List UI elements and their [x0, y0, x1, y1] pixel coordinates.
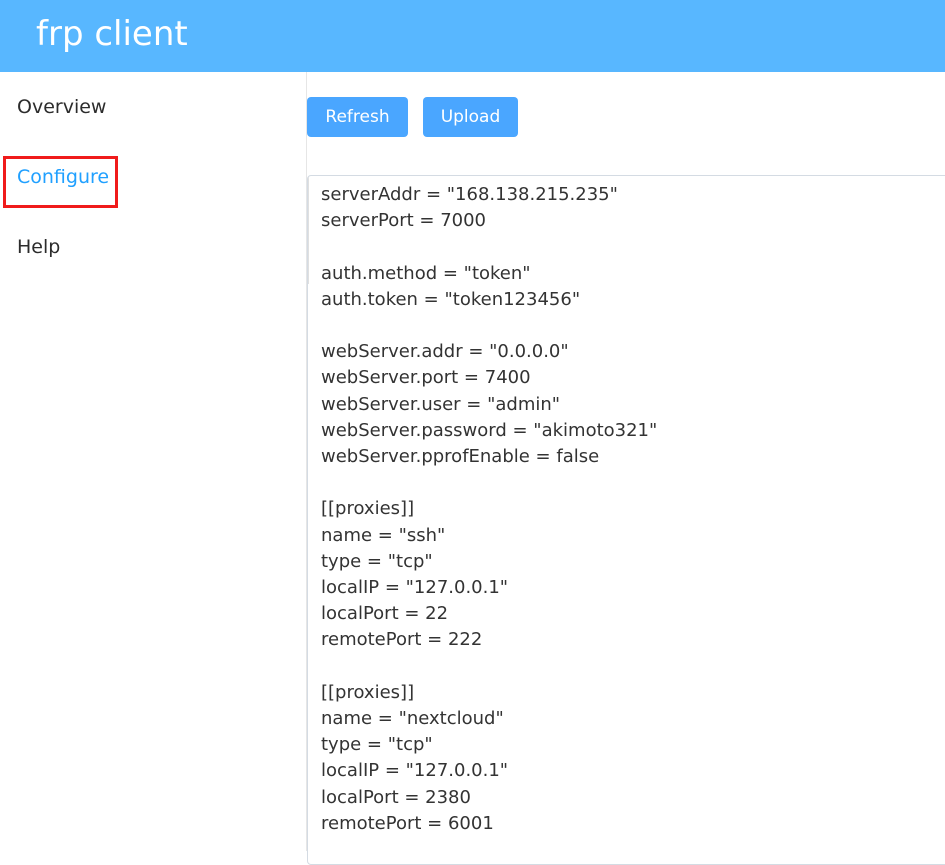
sidebar-nav: Overview Configure Help: [0, 72, 307, 851]
main-content: Refresh Upload serverAddr = "168.138.215…: [307, 72, 945, 865]
sidebar-item-overview[interactable]: Overview: [17, 95, 106, 119]
refresh-button[interactable]: Refresh: [307, 97, 408, 137]
editor-resize-edge: [308, 176, 309, 284]
app-title: frp client: [36, 14, 188, 54]
upload-button[interactable]: Upload: [423, 97, 518, 137]
sidebar-item-help[interactable]: Help: [17, 235, 60, 259]
config-editor[interactable]: serverAddr = "168.138.215.235" serverPor…: [307, 175, 945, 865]
sidebar-item-configure[interactable]: Configure: [17, 165, 109, 189]
config-text[interactable]: serverAddr = "168.138.215.235" serverPor…: [321, 182, 657, 837]
app-header: frp client: [0, 0, 945, 72]
